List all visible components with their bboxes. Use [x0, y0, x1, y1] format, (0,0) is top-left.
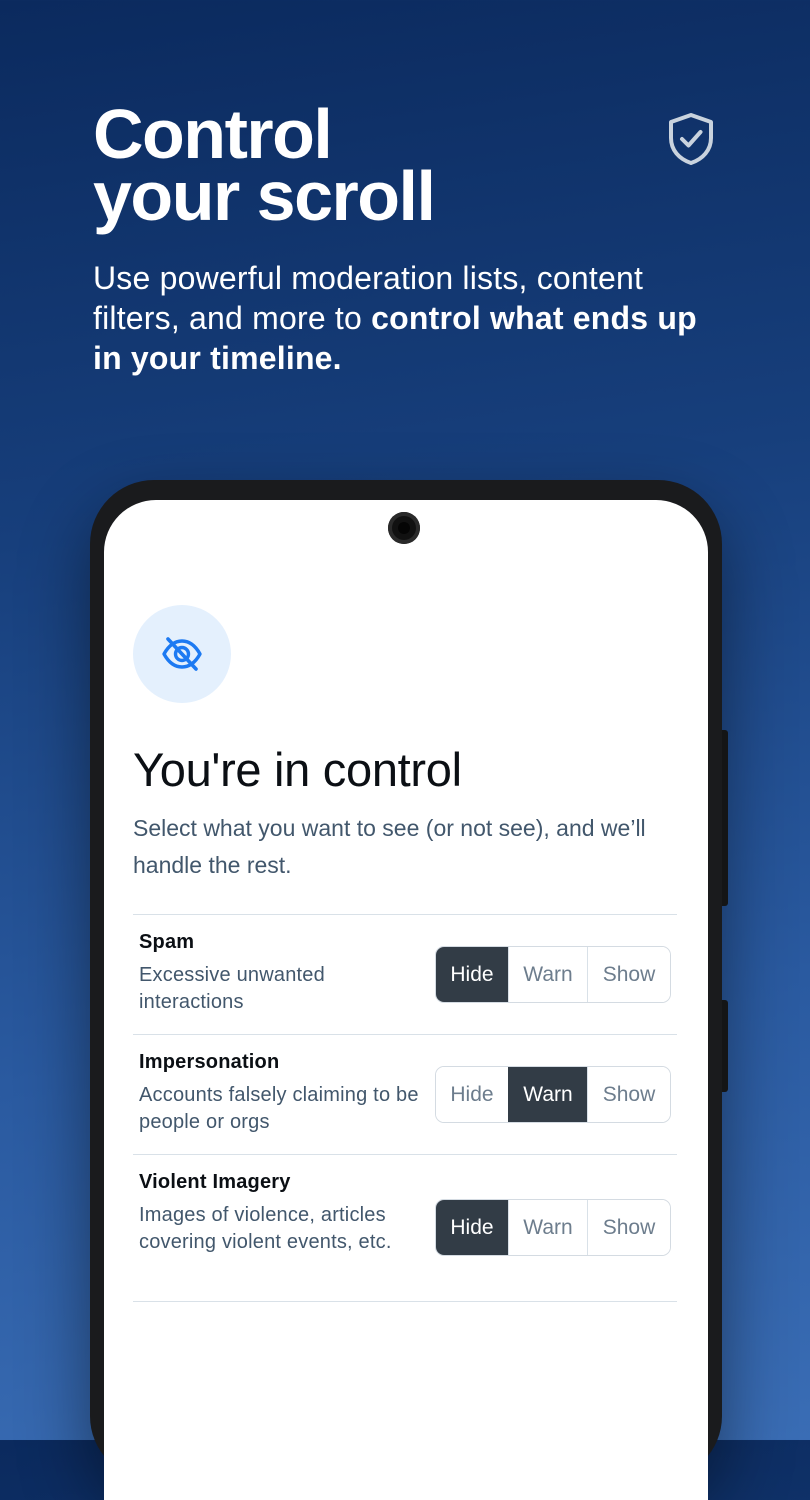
- eye-slash-icon: [162, 637, 202, 671]
- moderation-row-violent-imagery: Violent Imagery Images of violence, arti…: [133, 1154, 677, 1302]
- row-title: Spam: [139, 931, 195, 953]
- shield-check-icon: [669, 113, 713, 165]
- visibility-segmented-control: Hide Warn Show: [435, 1066, 671, 1123]
- promo-headline: Control your scroll: [93, 95, 653, 235]
- feature-icon-circle: [133, 605, 231, 703]
- row-title: Impersonation: [139, 1051, 280, 1073]
- phone-mockup: You're in control Select what you want t…: [90, 480, 728, 1500]
- screen-title: You're in control: [133, 743, 462, 796]
- visibility-segmented-control: Hide Warn Show: [435, 1199, 671, 1256]
- warn-option[interactable]: Warn: [508, 1200, 587, 1255]
- promo-subtitle: Use powerful moderation lists, content f…: [93, 258, 713, 378]
- screen-description: Select what you want to see (or not see)…: [133, 815, 646, 878]
- visibility-segmented-control: Hide Warn Show: [435, 946, 671, 1003]
- show-option[interactable]: Show: [587, 1067, 670, 1122]
- row-title: Violent Imagery: [139, 1171, 291, 1193]
- moderation-row-impersonation: Impersonation Accounts falsely claiming …: [133, 1034, 677, 1154]
- moderation-list: Spam Excessive unwanted interactions Hid…: [133, 914, 677, 1302]
- phone-side-button: [722, 730, 728, 906]
- hide-option[interactable]: Hide: [436, 1067, 508, 1122]
- hide-option[interactable]: Hide: [436, 1200, 508, 1255]
- phone-screen: You're in control Select what you want t…: [104, 500, 708, 1500]
- show-option[interactable]: Show: [587, 1200, 670, 1255]
- row-description: Accounts falsely claiming to be people o…: [139, 1084, 419, 1133]
- headline-line-1: Control: [93, 95, 333, 173]
- camera-cutout: [388, 512, 420, 544]
- show-option[interactable]: Show: [587, 947, 670, 1002]
- warn-option[interactable]: Warn: [508, 1067, 587, 1122]
- warn-option[interactable]: Warn: [508, 947, 587, 1002]
- headline-line-2: your scroll: [93, 157, 436, 235]
- hide-option[interactable]: Hide: [436, 947, 508, 1002]
- row-description: Images of violence, articles covering vi…: [139, 1204, 392, 1253]
- phone-side-button: [722, 1000, 728, 1092]
- moderation-row-spam: Spam Excessive unwanted interactions Hid…: [133, 914, 677, 1034]
- row-description: Excessive unwanted interactions: [139, 964, 325, 1013]
